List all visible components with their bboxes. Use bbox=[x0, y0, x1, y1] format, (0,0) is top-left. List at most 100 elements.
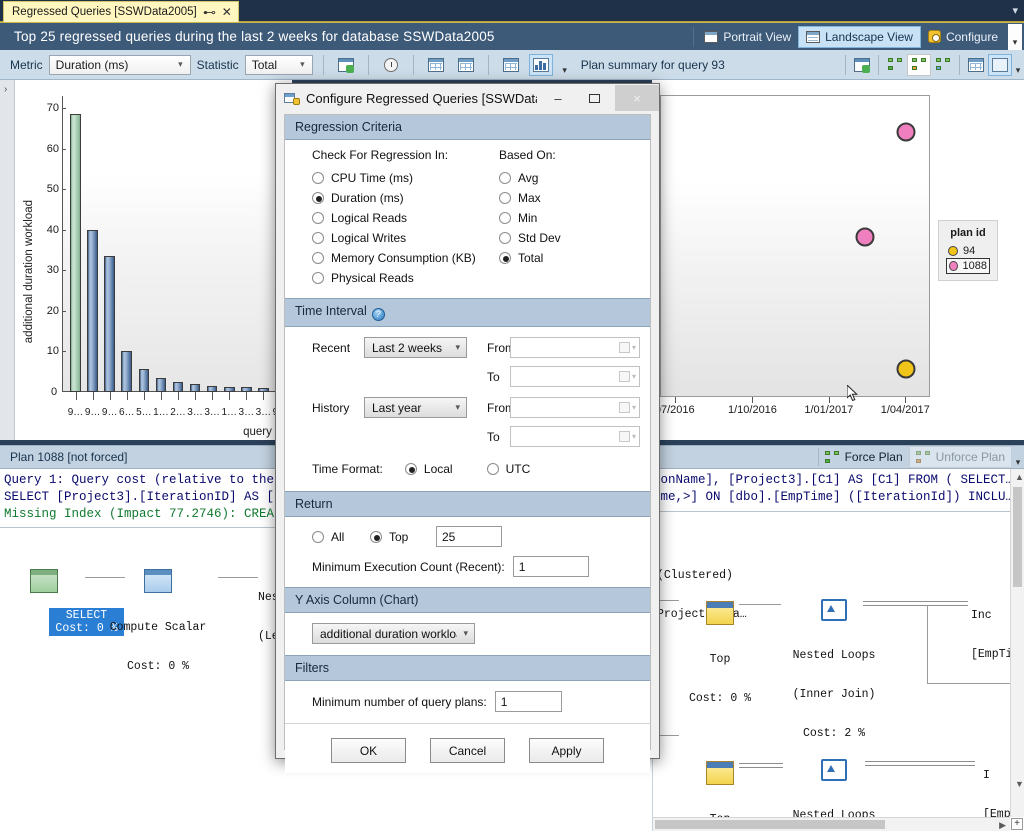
plan-chart-button[interactable] bbox=[988, 54, 1012, 76]
vertical-scroll-thumb[interactable] bbox=[1013, 487, 1022, 587]
view-query-text-button[interactable] bbox=[424, 54, 448, 76]
ok-button[interactable]: OK bbox=[331, 738, 406, 763]
statistic-select[interactable]: Total ▾ bbox=[245, 55, 313, 75]
bar-chart-bar[interactable] bbox=[190, 384, 201, 392]
left-panel-expander[interactable]: › bbox=[0, 80, 15, 440]
view-chart-button[interactable] bbox=[529, 54, 553, 76]
radio-indicator bbox=[499, 212, 511, 224]
plan-actions-overflow-button[interactable]: ▾ bbox=[1012, 445, 1024, 469]
return-top-radio[interactable]: Top bbox=[370, 527, 436, 547]
history-label: History bbox=[312, 401, 364, 415]
history-from-input[interactable]: ▾ bbox=[510, 397, 640, 418]
search-plan-button[interactable] bbox=[931, 54, 955, 76]
radio-regression-cpu-time-ms[interactable]: CPU Time (ms) bbox=[312, 168, 481, 188]
min-exec-count-input[interactable]: 1 bbox=[513, 556, 589, 577]
configure-button[interactable]: Configure bbox=[921, 26, 1005, 48]
radio-based-on-min[interactable]: Min bbox=[481, 208, 650, 228]
radio-based-on-avg[interactable]: Avg bbox=[481, 168, 650, 188]
return-top-input[interactable]: 25 bbox=[436, 526, 502, 547]
radio-regression-memory-consumption-kb[interactable]: Memory Consumption (KB) bbox=[312, 248, 481, 268]
radio-regression-physical-reads[interactable]: Physical Reads bbox=[312, 268, 481, 288]
history-to-input[interactable]: ▾ bbox=[510, 426, 640, 447]
bar-chart-x-tick: 3… bbox=[204, 407, 220, 418]
history-to-label: To bbox=[467, 430, 510, 444]
recent-from-input[interactable]: ▾ bbox=[510, 337, 640, 358]
bar-chart-bar[interactable] bbox=[173, 382, 184, 392]
portrait-view-button[interactable]: Portrait View bbox=[697, 26, 798, 48]
header-overflow-button[interactable]: ▾ bbox=[1008, 24, 1022, 50]
scatter-point[interactable] bbox=[897, 360, 916, 379]
refresh-plan-button[interactable] bbox=[850, 54, 874, 76]
view-plan-button[interactable] bbox=[454, 54, 478, 76]
bar-chart-bar[interactable] bbox=[139, 369, 150, 392]
refresh-button[interactable] bbox=[334, 54, 358, 76]
scroll-right-icon[interactable]: ▶ bbox=[999, 820, 1006, 831]
return-top-label: Top bbox=[389, 530, 408, 544]
close-button[interactable]: × bbox=[615, 85, 659, 111]
metric-select[interactable]: Duration (ms) ▾ bbox=[49, 55, 191, 75]
cancel-button[interactable]: Cancel bbox=[430, 738, 505, 763]
zoom-in-button[interactable]: + bbox=[1011, 818, 1023, 830]
legend-item[interactable]: 1088 bbox=[946, 258, 990, 274]
plan-node-top-1[interactable]: Top Cost: 0 % bbox=[683, 575, 757, 731]
radio-regression-logical-writes[interactable]: Logical Writes bbox=[312, 228, 481, 248]
help-icon[interactable]: ? bbox=[372, 308, 385, 321]
plan-horizontal-scrollbar[interactable]: ▶ bbox=[653, 817, 1010, 831]
minimize-button[interactable]: – bbox=[543, 85, 573, 111]
radio-regression-duration-ms[interactable]: Duration (ms) bbox=[312, 188, 481, 208]
scatter-point[interactable] bbox=[897, 123, 916, 142]
recent-to-input[interactable]: ▾ bbox=[510, 366, 640, 387]
y-axis-select[interactable]: additional duration workload ▾ bbox=[312, 623, 475, 644]
plan-node-name: Top bbox=[683, 653, 757, 666]
bar-chart-bar[interactable] bbox=[156, 378, 167, 392]
radio-based-on-total[interactable]: Total bbox=[481, 248, 650, 268]
plan-toolbar-overflow-button[interactable]: ▾ bbox=[1012, 53, 1024, 77]
scroll-down-icon[interactable]: ▼ bbox=[1015, 779, 1024, 789]
scroll-up-icon[interactable]: ▲ bbox=[1015, 472, 1024, 482]
force-plan-toolbar-button[interactable] bbox=[883, 54, 907, 76]
bar-chart-bar[interactable] bbox=[87, 230, 98, 392]
radio-time-format-local[interactable]: Local bbox=[405, 459, 453, 479]
dialog-title-bar[interactable]: Configure Regressed Queries [SSWData20… … bbox=[276, 84, 659, 112]
plan-vertical-scrollbar[interactable]: ▲ ▼ bbox=[1010, 469, 1024, 817]
landscape-view-button[interactable]: Landscape View bbox=[798, 26, 921, 48]
history-select[interactable]: Last year ▾ bbox=[364, 397, 467, 418]
bar-chart-y-tick: 50 bbox=[47, 183, 62, 195]
scatter-point[interactable] bbox=[855, 228, 874, 247]
sql-line: Query 1: Query cost (relative to the bbox=[4, 473, 274, 487]
maximize-button[interactable] bbox=[579, 85, 609, 111]
legend-item[interactable]: 94 bbox=[946, 244, 990, 258]
bar-chart-x-tick: 6… bbox=[119, 407, 135, 418]
view-buttons: Portrait View Landscape View Configure ▾ bbox=[690, 23, 1024, 51]
horizontal-scroll-thumb[interactable] bbox=[655, 820, 885, 829]
radio-based-on-std-dev[interactable]: Std Dev bbox=[481, 228, 650, 248]
bar-chart-bar[interactable] bbox=[104, 256, 115, 392]
configure-label: Configure bbox=[946, 30, 998, 44]
min-query-plans-input[interactable]: 1 bbox=[495, 691, 562, 712]
return-all-radio[interactable]: All bbox=[312, 527, 370, 547]
time-filter-button[interactable] bbox=[379, 54, 403, 76]
bar-chart-x-tick: 5… bbox=[136, 407, 152, 418]
pin-icon[interactable]: ⊷ bbox=[203, 6, 216, 19]
unforce-plan-button[interactable]: Unforce Plan bbox=[909, 446, 1012, 468]
apply-button[interactable]: Apply bbox=[529, 738, 604, 763]
bar-chart-bar[interactable] bbox=[70, 114, 81, 392]
chevron-down-icon[interactable]: ▾ bbox=[1012, 4, 1018, 17]
recent-select[interactable]: Last 2 weeks ▾ bbox=[364, 337, 467, 358]
radio-regression-logical-reads[interactable]: Logical Reads bbox=[312, 208, 481, 228]
radio-time-format-utc[interactable]: UTC bbox=[487, 459, 531, 479]
radio-label: Min bbox=[518, 211, 537, 225]
group-time-interval: Time Interval? bbox=[285, 298, 650, 327]
radio-based-on-max[interactable]: Max bbox=[481, 188, 650, 208]
bar-chart-bar[interactable] bbox=[121, 351, 132, 392]
radio-label: Logical Reads bbox=[331, 211, 407, 225]
plan-node-compute-scalar[interactable]: Compute Scalar Cost: 0 % bbox=[103, 543, 213, 699]
view-grid-button[interactable] bbox=[499, 54, 523, 76]
close-icon[interactable]: ✕ bbox=[222, 6, 232, 18]
unforce-plan-toolbar-button[interactable] bbox=[907, 54, 931, 76]
tab-regressed-queries[interactable]: Regressed Queries [SSWData2005] ⊷ ✕ bbox=[3, 1, 239, 22]
plan-node-select[interactable]: SELECTCost: 0 % bbox=[8, 543, 80, 649]
plan-grid-button[interactable] bbox=[964, 54, 988, 76]
force-plan-button[interactable]: Force Plan bbox=[819, 446, 909, 468]
toolbar-overflow-button[interactable]: ▾ bbox=[559, 53, 571, 77]
